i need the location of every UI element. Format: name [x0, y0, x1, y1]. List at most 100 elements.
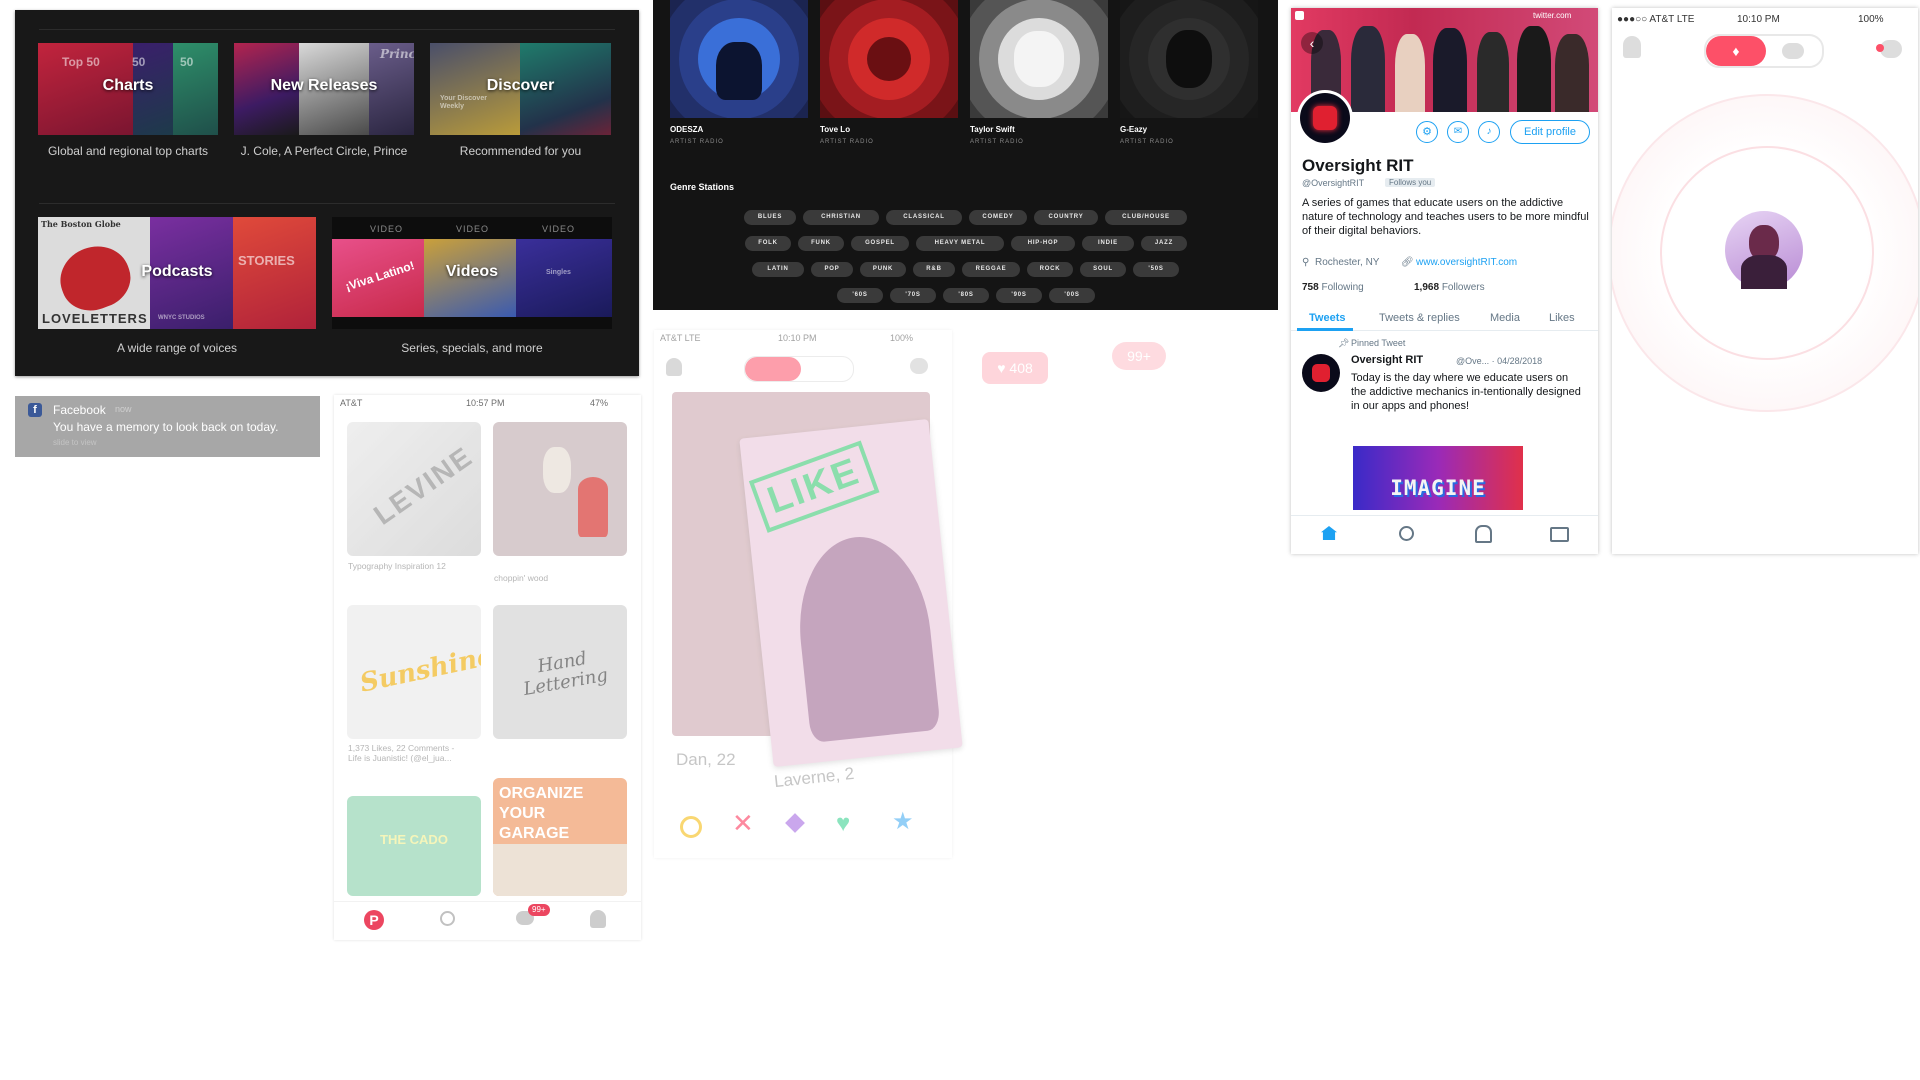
artist-card-odesza[interactable] — [670, 0, 808, 118]
tab-tweets-replies[interactable]: Tweets & replies — [1379, 312, 1460, 324]
twitter-profile-screen: twitter.com ‹ ⚙ ✉ ♪ Edit profile Oversig… — [1291, 8, 1598, 554]
avatar[interactable] — [1297, 90, 1353, 146]
facebook-notification[interactable]: f Facebook now You have a memory to look… — [15, 396, 320, 457]
search-icon[interactable] — [1399, 526, 1414, 541]
notification-message: You have a memory to look back on today. — [53, 420, 279, 434]
following-label: Following — [1321, 282, 1364, 293]
status-carrier: AT&T LTE — [660, 333, 701, 343]
genre-pill[interactable]: SOUL — [1080, 262, 1126, 277]
artist-card-tove-lo[interactable] — [820, 0, 958, 118]
notifications-icon[interactable] — [1475, 525, 1492, 543]
status-battery: 47% — [590, 398, 609, 408]
home-icon[interactable] — [1321, 526, 1337, 540]
messages-icon[interactable] — [1550, 527, 1569, 542]
genre-pill[interactable]: GOSPEL — [851, 236, 909, 251]
genre-pill[interactable]: BLUES — [744, 210, 796, 225]
back-arrow-icon[interactable]: ‹ — [1301, 32, 1323, 54]
genre-stations-heading: Genre Stations — [670, 182, 735, 192]
genre-pill[interactable]: CHRISTIAN — [803, 210, 879, 225]
profile-icon[interactable] — [1623, 36, 1641, 58]
message-envelope-icon[interactable]: ✉ — [1447, 121, 1469, 143]
discover-weekly-text: Your Discover Weekly — [440, 95, 487, 110]
pin-art-text: THE CADO — [380, 832, 448, 847]
genre-pill[interactable]: CLUB/HOUSE — [1105, 210, 1187, 225]
pin-card[interactable]: ORGANIZE YOUR GARAGE — [493, 778, 627, 896]
tab-media[interactable]: Media — [1490, 312, 1520, 324]
genre-pill[interactable]: FOLK — [745, 236, 791, 251]
like-heart-icon[interactable]: ♥ — [836, 811, 850, 837]
swipe-card[interactable]: LIKE — [739, 418, 963, 768]
pinned-tweet-label: Pinned Tweet — [1351, 338, 1406, 348]
podcasts-tile[interactable]: The Boston Globe LOVELETTERS STORIES WNY… — [38, 217, 316, 329]
rewind-icon[interactable] — [680, 816, 702, 838]
pin-card[interactable]: Sunshine — [347, 605, 481, 739]
profile-icon[interactable] — [666, 358, 682, 376]
charts-tile[interactable]: Top 50 50 50 Charts — [38, 43, 218, 135]
profile-website-link[interactable]: www.oversightRIT.com — [1416, 257, 1517, 268]
tab-tweets[interactable]: Tweets — [1309, 312, 1345, 324]
genre-pill[interactable]: '70S — [890, 288, 936, 303]
genre-pill[interactable]: HEAVY METAL — [916, 236, 1004, 251]
genre-pill[interactable]: HIP-HOP — [1011, 236, 1075, 251]
tweet-image[interactable]: IMAGINE — [1353, 446, 1523, 510]
videos-tile[interactable]: VIDEO VIDEO VIDEO ¡Viva Latino! Singles … — [332, 217, 612, 329]
profile-handle: @OversightRIT — [1302, 178, 1365, 188]
search-icon[interactable] — [440, 911, 455, 926]
followers-stat[interactable]: 1,968 Followers — [1414, 282, 1485, 293]
nope-icon[interactable]: ✕ — [732, 808, 754, 838]
genre-pill[interactable]: '60S — [837, 288, 883, 303]
genre-pill[interactable]: LATIN — [752, 262, 804, 277]
super-like-icon[interactable]: ★ — [892, 808, 914, 836]
chart-art-text: Top 50 — [62, 55, 100, 69]
boost-icon[interactable] — [785, 813, 805, 833]
notifications-bell-icon[interactable]: ♪ — [1478, 121, 1500, 143]
settings-gear-icon[interactable]: ⚙ — [1416, 121, 1438, 143]
back-to-app-icon[interactable] — [1295, 11, 1304, 20]
mode-toggle[interactable]: ♦ — [1704, 34, 1824, 68]
dog-photo — [790, 530, 941, 743]
pin-caption: 1,373 Likes, 22 Comments - Life is Juani… — [348, 743, 455, 763]
pin-card[interactable]: THE CADO — [347, 796, 481, 896]
tab-likes[interactable]: Likes — [1549, 312, 1575, 324]
tweet-avatar[interactable] — [1302, 354, 1340, 392]
artist-radio-label: ARTIST RADIO — [1120, 139, 1174, 145]
profile-icon[interactable] — [590, 910, 606, 928]
genre-pill[interactable]: INDIE — [1082, 236, 1134, 251]
following-stat[interactable]: 758 Following — [1302, 282, 1364, 293]
pin-card[interactable]: Hand Lettering — [493, 605, 627, 739]
profile-location: Rochester, NY — [1315, 257, 1380, 268]
status-time: 10:57 PM — [466, 398, 505, 408]
tinder-radar-screen: ●●●○○ AT&T LTE 10:10 PM 100% ♦ — [1612, 8, 1918, 554]
artist-card-g-eazy[interactable] — [1120, 0, 1258, 118]
genre-pill[interactable]: POP — [811, 262, 853, 277]
active-tab-indicator — [1297, 328, 1353, 331]
pin-card[interactable]: LEVINE — [347, 422, 481, 556]
pin-card[interactable] — [493, 422, 627, 556]
edit-profile-button[interactable]: Edit profile — [1510, 120, 1590, 144]
genre-pill[interactable]: COMEDY — [969, 210, 1027, 225]
artist-radio-label: ARTIST RADIO — [820, 139, 874, 145]
pinterest-screen: AT&T 10:57 PM 47% LEVINE Typography Insp… — [334, 395, 641, 940]
genre-pill[interactable]: '50S — [1133, 262, 1179, 277]
status-time: 10:10 PM — [778, 333, 817, 343]
pinterest-tab-bar: P 99+ — [334, 901, 641, 940]
genre-pill[interactable]: '80S — [943, 288, 989, 303]
artist-card-taylor-swift[interactable] — [970, 0, 1108, 118]
genre-pill[interactable]: '00S — [1049, 288, 1095, 303]
discover-tile[interactable]: Your Discover Weekly Discover — [430, 43, 611, 135]
pinterest-home-icon[interactable]: P — [364, 910, 384, 930]
divider — [39, 203, 615, 204]
genre-pill[interactable]: FUNK — [798, 236, 844, 251]
chat-icon[interactable] — [910, 358, 928, 374]
genre-pill[interactable]: ROCK — [1027, 262, 1073, 277]
genre-pill[interactable]: REGGAE — [962, 262, 1020, 277]
genre-pill[interactable]: R&B — [913, 262, 955, 277]
new-releases-tile[interactable]: Prince New Releases — [234, 43, 414, 135]
genre-pill[interactable]: CLASSICAL — [886, 210, 962, 225]
mode-toggle[interactable] — [744, 356, 854, 382]
genre-pill[interactable]: '90S — [996, 288, 1042, 303]
genre-pill[interactable]: JAZZ — [1141, 236, 1187, 251]
genre-pill[interactable]: PUNK — [860, 262, 906, 277]
tweet-handle-date: @Ove... · 04/28/2018 — [1456, 356, 1543, 366]
genre-pill[interactable]: COUNTRY — [1034, 210, 1098, 225]
